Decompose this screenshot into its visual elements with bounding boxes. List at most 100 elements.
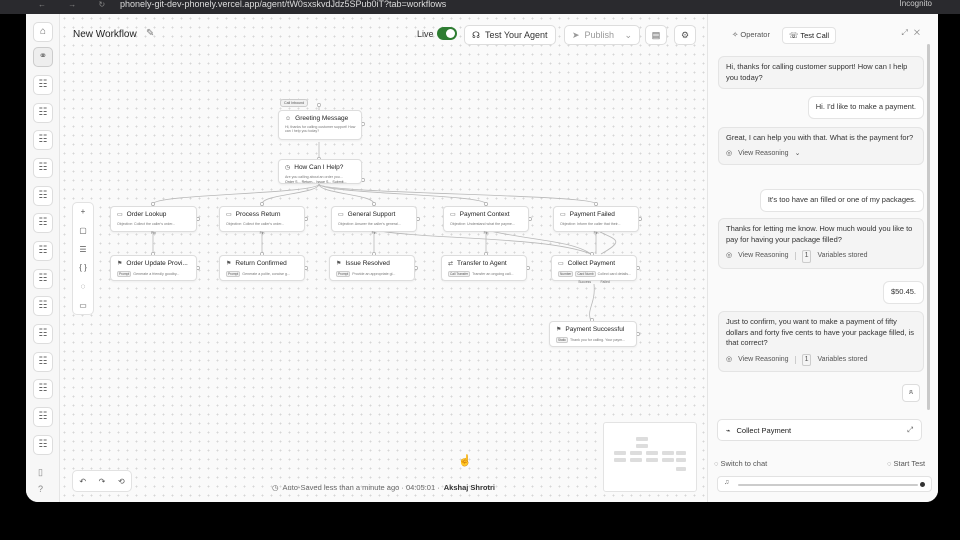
node-tag: Call Transfer bbox=[448, 271, 471, 277]
node-subtitle: Collect card details... bbox=[597, 272, 632, 276]
database-icon[interactable]: ☰ bbox=[73, 241, 93, 260]
node-output: Fin bbox=[483, 231, 489, 235]
reasoning-icon: ◎ bbox=[726, 149, 733, 157]
reasoning-icon: ◎ bbox=[726, 252, 733, 259]
add-node-icon[interactable]: + bbox=[73, 203, 93, 222]
node-order-update[interactable]: ⚑ Order Update Provi... Prompt Generate a … bbox=[110, 255, 197, 281]
node-title: How Can I Help? bbox=[294, 164, 344, 171]
node-title: Transfer to Agent bbox=[457, 260, 507, 267]
chat-icon: ▭ bbox=[226, 212, 232, 218]
node-general-support[interactable]: ▭ General Support Objective: Answer the c… bbox=[331, 206, 417, 235]
flag-icon: ⚑ bbox=[226, 261, 232, 267]
chat-message-user: It's too have an filled or one of my pac… bbox=[759, 189, 924, 212]
chat-icon: ▭ bbox=[560, 212, 566, 218]
panel-footer-actions: ◌ Switch to chat ◌ Start Test bbox=[714, 459, 934, 468]
node-greeting-message[interactable]: ☺ Greeting Message Hi, thanks for calling… bbox=[278, 110, 362, 140]
mouse-cursor-icon: ☝ bbox=[458, 455, 472, 467]
chat-message-user: Hi. I'd like to make a payment. bbox=[807, 96, 924, 119]
chat-message-user: $50.45. bbox=[882, 281, 924, 304]
node-tag: Card Numb bbox=[575, 271, 596, 277]
tab-test-call[interactable]: ☏ Test Call bbox=[781, 27, 837, 44]
canvas-minimap[interactable] bbox=[603, 422, 697, 492]
variables-count: 1 bbox=[801, 353, 812, 366]
node-order-lookup[interactable]: ▭ Order Lookup Objective: Collect the cal… bbox=[110, 206, 197, 235]
node-title: Collect Payment bbox=[567, 260, 615, 267]
card-icon: ▭ bbox=[558, 261, 564, 267]
autosave-text: Auto-Saved less than a minute ago · 04:0… bbox=[282, 483, 440, 492]
node-outcomes: Success Failed bbox=[578, 280, 610, 284]
target-icon[interactable]: ◌ bbox=[73, 278, 93, 297]
record-indicator-icon bbox=[920, 482, 925, 487]
node-title: Process Return bbox=[235, 211, 281, 218]
node-subtitle: Objective: Answer the caller's general..… bbox=[338, 222, 401, 226]
app-window: ⌂ ⚭ ☷ ☷ ☷ ☷ ☷ ☷ ☷ ☷ ☷ ☷ ☷ ☷ ☷ ☷ ▯ ? New … bbox=[26, 14, 938, 502]
browser-nav-buttons[interactable]: ← → ↻ bbox=[38, 0, 115, 9]
chat-message-agent: Great, I can help you with that. What is… bbox=[718, 127, 924, 165]
canvas-toolbar: + ▢ ☰ { } ◌ ▭ bbox=[72, 202, 94, 315]
tab-operator[interactable]: ✧ Operator bbox=[726, 27, 776, 44]
current-node-chip[interactable]: ⌁ Collect Payment ⤢ bbox=[717, 419, 922, 441]
node-branches: Order S... Return... Issue S... Submit..… bbox=[285, 180, 347, 184]
question-icon: ◷ bbox=[285, 165, 291, 171]
node-payment-successful[interactable]: ⚑ Payment Successful Static Thank you for … bbox=[549, 321, 637, 347]
node-return-confirmed[interactable]: ⚑ Return Confirmed Prompt Generate a polit… bbox=[219, 255, 305, 281]
node-title: General Support bbox=[347, 211, 396, 218]
node-tag: Prompt bbox=[117, 271, 132, 277]
user-avatar-icon[interactable]: ጸ bbox=[902, 384, 920, 402]
switch-to-chat-button[interactable]: ◌ Switch to chat bbox=[714, 459, 767, 468]
view-reasoning-link[interactable]: View Reasoning bbox=[738, 251, 788, 262]
address-bar[interactable]: phonely-git-dev-phonely.vercel.app/agent… bbox=[120, 0, 446, 9]
node-payment-failed[interactable]: ▭ Payment Failed Objective: Inform the ca… bbox=[553, 206, 639, 235]
node-transfer-to-agent[interactable]: ⇄ Transfer to Agent Call Transfer Transfer… bbox=[441, 255, 527, 281]
node-subtitle: Objective: Inform the caller that their.… bbox=[560, 222, 621, 226]
node-output: Fin bbox=[259, 231, 265, 235]
node-issue-resolved[interactable]: ⚑ Issue Resolved Prompt Provide an appropr… bbox=[329, 255, 415, 281]
panel-tabs: ✧ Operator ☏ Test Call bbox=[726, 27, 837, 44]
start-test-button[interactable]: ◌ Start Test bbox=[887, 459, 925, 468]
screen-icon[interactable]: ▭ bbox=[73, 297, 93, 316]
message-icon: ☺ bbox=[285, 115, 292, 122]
expand-icon[interactable]: ⤢ bbox=[901, 28, 913, 37]
history-icon[interactable]: ⟲ bbox=[118, 477, 125, 486]
panel-window-controls[interactable]: ⤢✕ bbox=[901, 28, 926, 38]
variables-label[interactable]: Variables stored bbox=[817, 251, 867, 262]
document-icon[interactable]: ▢ bbox=[73, 222, 93, 241]
node-title: Return Confirmed bbox=[235, 260, 287, 267]
node-title: Payment Context bbox=[459, 211, 510, 218]
panel-scrollbar[interactable] bbox=[927, 44, 930, 410]
reasoning-icon: ◎ bbox=[726, 355, 733, 363]
node-subtitle: Objective: Collect the caller's order... bbox=[117, 222, 176, 226]
node-how-can-i-help[interactable]: ◷ How Can I Help? Are you calling about a… bbox=[278, 159, 362, 184]
node-title: Greeting Message bbox=[295, 115, 349, 122]
start-test-label: Start Test bbox=[893, 459, 926, 468]
node-subtitle: Objective: Collect the caller's order... bbox=[226, 222, 285, 226]
view-reasoning-link[interactable]: View Reasoning bbox=[738, 355, 788, 366]
undo-icon[interactable]: ↶ bbox=[79, 477, 86, 486]
node-output: Fin bbox=[593, 231, 599, 235]
close-icon[interactable]: ✕ bbox=[914, 28, 926, 37]
node-subtitle: Objective: Understand what the payme... bbox=[450, 222, 515, 226]
flag-icon: ⚑ bbox=[556, 327, 562, 333]
node-title: Payment Successful bbox=[565, 326, 625, 333]
message-text: Hi. I'd like to make a payment. bbox=[815, 102, 916, 111]
chevron-icon: ⌄ bbox=[794, 149, 801, 157]
chat-message-agent: Just to confirm, you want to make a paym… bbox=[718, 311, 924, 372]
node-subtitle: Generate a friendly goodby... bbox=[133, 272, 180, 276]
expand-icon[interactable]: ⤢ bbox=[907, 425, 913, 435]
node-collect-payment[interactable]: ▭ Collect Payment Number Card Numb Collect … bbox=[551, 255, 637, 284]
autosave-status: ◷ Auto-Saved less than a minute ago · 04… bbox=[272, 483, 495, 492]
view-reasoning-link[interactable]: View Reasoning bbox=[738, 149, 788, 160]
clock-icon: ◷ bbox=[272, 483, 279, 492]
redo-icon[interactable]: ↷ bbox=[99, 477, 106, 486]
microphone-icon[interactable]: ♫ bbox=[724, 479, 729, 486]
flag-icon: ⚑ bbox=[117, 261, 123, 267]
node-subtitle: Hi, thanks for calling customer support!… bbox=[285, 125, 356, 134]
node-tag: Number bbox=[558, 271, 574, 277]
node-process-return[interactable]: ▭ Process Return Objective: Collect the c… bbox=[219, 206, 305, 235]
message-text: Thanks for letting me know. How much wou… bbox=[726, 224, 913, 244]
node-subtitle: Are you calling about an order you... bbox=[285, 175, 343, 179]
variables-label[interactable]: Variables stored bbox=[817, 355, 867, 366]
variables-icon[interactable]: { } bbox=[73, 259, 93, 278]
node-payment-context[interactable]: ▭ Payment Context Objective: Understand w… bbox=[443, 206, 529, 235]
node-title: Issue Resolved bbox=[345, 260, 390, 267]
